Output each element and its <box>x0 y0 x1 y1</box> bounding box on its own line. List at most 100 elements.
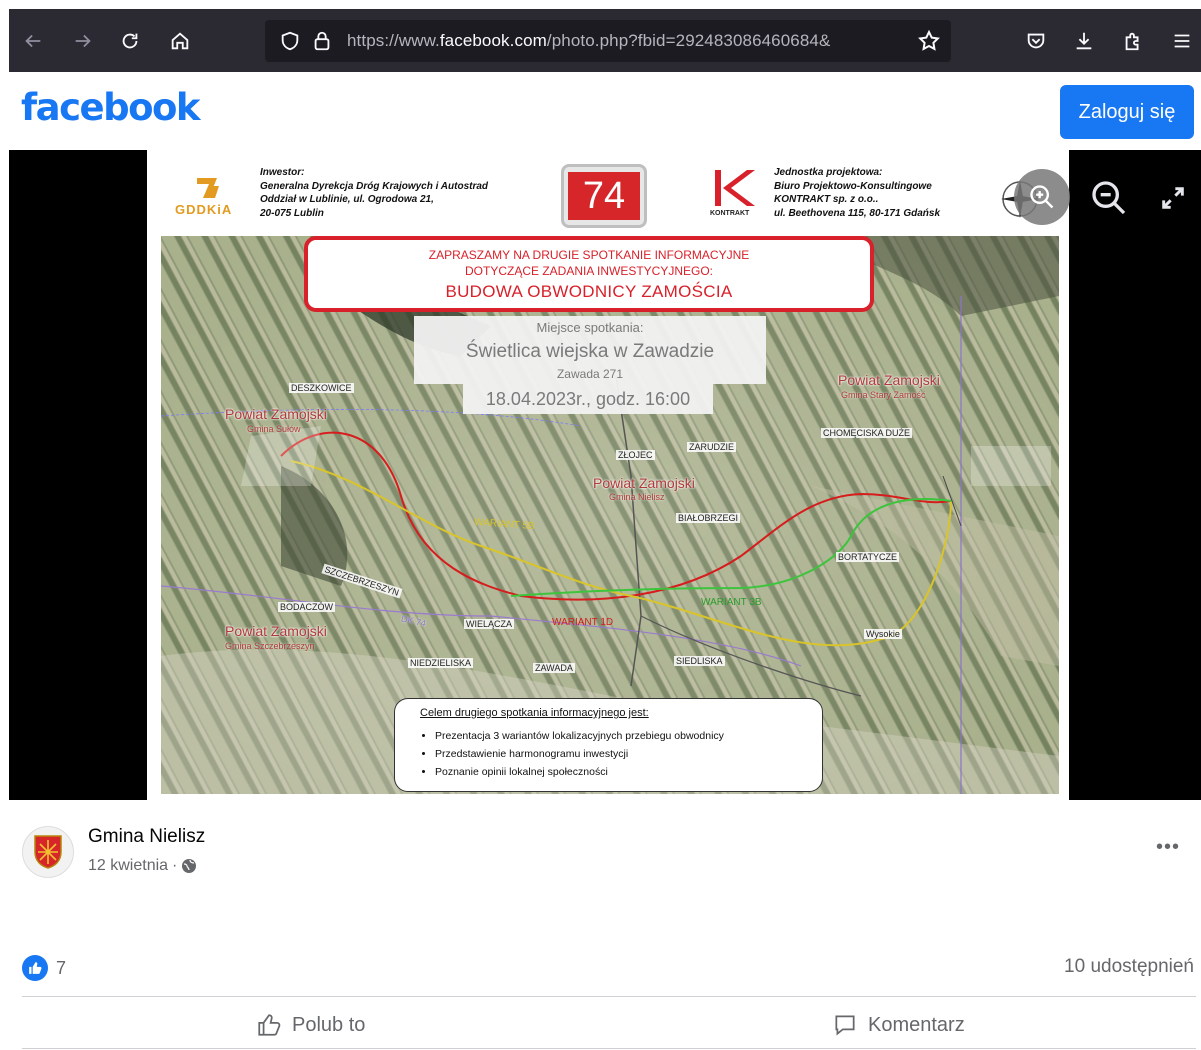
banner-line: ZAPRASZAMY NA DRUGIE SPOTKANIE INFORMACY… <box>428 248 750 262</box>
map-label: DESZKOWICE <box>289 383 354 393</box>
goals-title: Celem drugiego spotkania informacyjnego … <box>420 707 649 719</box>
forward-arrow-icon <box>75 34 91 48</box>
designer-title: Jednostka projektowa: <box>774 167 883 178</box>
investor-line: 20-075 Lublin <box>260 207 324 219</box>
home-icon <box>171 32 189 50</box>
goal-item: Prezentacja 3 wariantów lokalizacyjnych … <box>435 727 822 745</box>
bookmark-star-icon[interactable] <box>917 29 941 53</box>
comment-icon <box>835 1015 855 1036</box>
browser-window: https://www.facebook.com/photo.php?fbid=… <box>9 9 1201 1050</box>
coat-of-arms-icon <box>34 835 62 869</box>
place-address: Zawada 271 <box>556 367 624 381</box>
like-reaction-icon <box>22 955 48 981</box>
comment-button[interactable]: Komentarz <box>832 1002 965 1048</box>
investor-line: Oddział w Lublinie, ul. Ogrodowa 21, <box>260 194 434 205</box>
project-number-box: 74 <box>561 164 647 228</box>
invitation-banner: ZAPRASZAMY NA DRUGIE SPOTKANIE INFORMACY… <box>304 236 874 312</box>
back-button[interactable] <box>15 23 51 59</box>
region-label: Powiat Zamojski <box>593 475 695 491</box>
more-options-icon[interactable]: ••• <box>1156 837 1186 862</box>
meeting-date: 18.04.2023r., godz. 16:00 <box>463 384 713 414</box>
like-button[interactable]: Polub to <box>256 1002 365 1048</box>
region-label: Powiat Zamojski <box>225 623 327 639</box>
region-label: Powiat Zamojski <box>225 406 327 422</box>
like-label: Polub to <box>292 1013 366 1036</box>
divider <box>22 996 1196 997</box>
login-button[interactable]: Zaloguj się <box>1060 85 1194 139</box>
goal-item: Poznanie opinii lokalnej społeczności <box>435 763 822 781</box>
reload-icon <box>122 33 138 49</box>
url-bar[interactable]: https://www.facebook.com/photo.php?fbid=… <box>265 20 951 62</box>
variant-label: WARIANT 1D <box>552 617 614 628</box>
map-label: BORTATYCZE <box>836 552 900 562</box>
investor-block: Inwestor: Generalna Dyrekcja Dróg Krajow… <box>260 166 488 220</box>
designer-block: Jednostka projektowa: Biuro Projektowo-K… <box>774 166 940 220</box>
puzzle-icon <box>1125 32 1139 51</box>
investor-title: Inwestor: <box>260 167 305 178</box>
avatar[interactable] <box>22 826 74 878</box>
kontrakt-logo-icon <box>713 168 757 208</box>
banner-line: DOTYCZĄCE ZADANIA INWESTYCYJNEGO: <box>464 264 714 278</box>
post-date[interactable]: 12 kwietnia <box>88 857 168 875</box>
kontrakt-text: KONTRAKT <box>710 210 750 217</box>
region-sublabel: Gmina Stary Zamość <box>841 390 926 400</box>
globe-icon <box>182 859 197 873</box>
menu-button[interactable] <box>1164 23 1200 59</box>
hamburger-icon <box>1174 34 1190 48</box>
region-sublabel: Gmina Nielisz <box>609 492 665 502</box>
reaction-count: 7 <box>56 957 67 978</box>
map-label: CHOMĘCISKA DUŻE <box>821 428 913 438</box>
designer-line: ul. Beethovena 115, 80-171 Gdańsk <box>774 207 941 219</box>
region-sublabel: Gmina Szczebrzeszyn <box>225 641 315 651</box>
pocket-icon <box>1027 33 1045 49</box>
fullscreen-icon[interactable] <box>1159 184 1187 212</box>
photo-image: GDDKiA Inwestor: Generalna Dyrekcja Dróg… <box>147 150 1069 800</box>
gddkia-text: GDDKiA <box>175 202 233 217</box>
pocket-button[interactable] <box>1018 23 1054 59</box>
designer-line: Biuro Projektowo-Konsultingowe <box>774 180 932 192</box>
meeting-goals-box: Celem drugiego spotkania informacyjnego … <box>394 698 823 792</box>
region-sublabel: Gmina Sułów <box>247 424 301 434</box>
variant-label: WARIANT 3B <box>701 597 762 608</box>
map-label: ZAWADA <box>533 663 575 673</box>
post-meta: 12 kwietnia · <box>88 857 197 875</box>
goals-list: Prezentacja 3 wariantów lokalizacyjnych … <box>435 727 822 781</box>
map-label: BIAŁOBRZEGI <box>676 513 741 523</box>
map-label: NIEDZIELISKA <box>408 658 474 668</box>
post-info: Gmina Nielisz 12 kwietnia · ••• 7 10 udo… <box>9 800 1201 1050</box>
shares-count[interactable]: 10 udostępnień <box>1064 956 1194 978</box>
goal-item: Przedstawienie harmonogramu inwestycji <box>435 745 822 763</box>
photo-viewer: GDDKiA Inwestor: Generalna Dyrekcja Dróg… <box>9 150 1201 800</box>
downloads-button[interactable] <box>1066 23 1102 59</box>
gddkia-logo-icon <box>197 178 219 198</box>
map-area: ZAPRASZAMY NA DRUGIE SPOTKANIE INFORMACY… <box>161 236 1059 794</box>
extensions-button[interactable] <box>1115 23 1151 59</box>
browser-toolbar: https://www.facebook.com/photo.php?fbid=… <box>9 9 1201 72</box>
facebook-header: facebook Zaloguj się <box>9 72 1201 150</box>
home-button[interactable] <box>162 23 198 59</box>
author-name[interactable]: Gmina Nielisz <box>88 826 205 848</box>
map-label: BODACZÓW <box>278 602 335 612</box>
forward-button[interactable] <box>65 23 101 59</box>
meta-separator: · <box>172 857 178 874</box>
zoom-in-icon <box>1030 185 1054 209</box>
zoom-out-icon[interactable] <box>1089 178 1129 218</box>
reload-button[interactable] <box>112 23 148 59</box>
region-label: Powiat Zamojski <box>838 372 940 388</box>
thumbs-up-icon <box>258 1014 281 1036</box>
url-text[interactable]: https://www.facebook.com/photo.php?fbid=… <box>347 31 897 51</box>
zoom-in-button[interactable] <box>1014 169 1070 225</box>
banner-title: BUDOWA OBWODNICY ZAMOŚCIA <box>445 282 733 301</box>
photo-header-strip: GDDKiA Inwestor: Generalna Dyrekcja Dróg… <box>147 150 1069 238</box>
designer-line: KONTRAKT sp. z o.o.. <box>774 194 879 205</box>
map-label: ZARUDZIE <box>687 442 736 452</box>
map-label: ZŁOJEC <box>616 450 655 460</box>
reactions-summary[interactable]: 7 <box>22 955 66 981</box>
facebook-logo[interactable]: facebook <box>21 86 201 129</box>
meeting-place-box: Miejsce spotkania: Świetlica wiejska w Z… <box>414 316 766 384</box>
shield-icon[interactable] <box>279 30 301 52</box>
back-arrow-icon <box>25 34 41 48</box>
lock-icon[interactable] <box>311 30 333 52</box>
map-label: SIEDLISKA <box>674 656 725 666</box>
place-title: Miejsce spotkania: <box>536 320 644 335</box>
